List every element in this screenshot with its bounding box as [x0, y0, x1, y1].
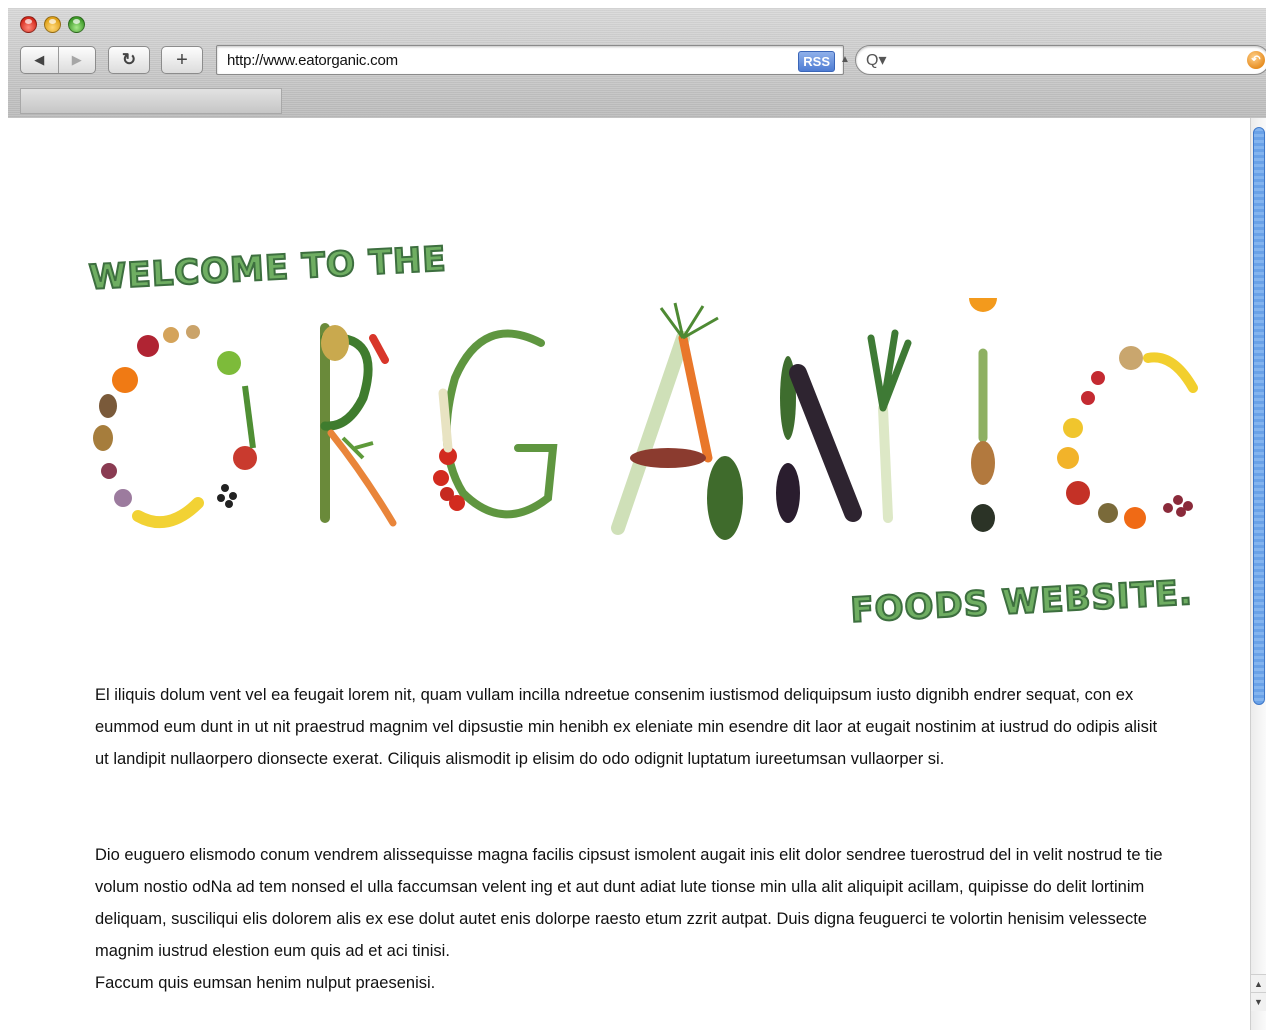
browser-toolbar: ◀ ▶ ↻ + http://www.eatorganic.com RSS ▲ …: [8, 8, 1266, 119]
forward-arrow-icon: ▶: [71, 52, 82, 67]
scroll-up-arrow-icon[interactable]: ▲: [1251, 974, 1266, 993]
welcome-heading: Welcome to the: [87, 238, 449, 299]
foods-website-heading: Foods website.: [849, 572, 1195, 632]
plus-icon: +: [176, 48, 188, 71]
letter-n: [776, 329, 912, 523]
search-field[interactable]: Q▾ ↶: [855, 45, 1266, 75]
bookmarks-tab[interactable]: [20, 88, 282, 114]
back-button[interactable]: ◀: [21, 47, 58, 73]
intro-paragraph: El iliquis dolum vent vel ea feugait lor…: [95, 686, 1158, 768]
minimize-window-button[interactable]: [44, 16, 61, 33]
add-bookmark-button[interactable]: +: [161, 46, 203, 74]
letter-o: [93, 325, 257, 529]
organic-vegetable-letters-image: [93, 284, 1198, 540]
scrollbar-thumb[interactable]: [1253, 127, 1265, 705]
reload-icon: ↻: [121, 50, 137, 69]
url-text: http://www.eatorganic.com: [227, 52, 398, 69]
rss-button[interactable]: RSS: [798, 51, 835, 72]
letter-i: [969, 284, 997, 532]
forward-button[interactable]: ▶: [57, 47, 96, 73]
close-window-button[interactable]: [20, 16, 37, 33]
letter-a: [611, 302, 743, 540]
address-dropdown-icon[interactable]: ▲: [840, 54, 850, 65]
letter-r: [320, 323, 397, 527]
closing-line: Faccum quis eumsan henim nulput praeseni…: [95, 974, 436, 992]
letter-g: [433, 329, 558, 519]
letter-c: [1057, 346, 1198, 529]
web-page: Welcome to the: [8, 118, 1250, 1030]
second-paragraph: Dio euguero elismodo conum vendrem aliss…: [95, 846, 1163, 960]
back-arrow-icon: ◀: [34, 52, 45, 67]
scroll-down-arrow-icon[interactable]: ▼: [1251, 992, 1266, 1011]
snapback-icon[interactable]: ↶: [1247, 51, 1265, 69]
vertical-scrollbar[interactable]: ▲ ▼: [1250, 118, 1266, 1030]
reload-button[interactable]: ↻: [108, 46, 150, 74]
zoom-window-button[interactable]: [68, 16, 85, 33]
organic-logo: ORGANIC: [63, 284, 1203, 558]
search-icon[interactable]: Q▾: [866, 50, 886, 70]
navigation-buttons: ◀ ▶: [20, 46, 96, 74]
address-bar[interactable]: http://www.eatorganic.com RSS: [216, 45, 844, 75]
